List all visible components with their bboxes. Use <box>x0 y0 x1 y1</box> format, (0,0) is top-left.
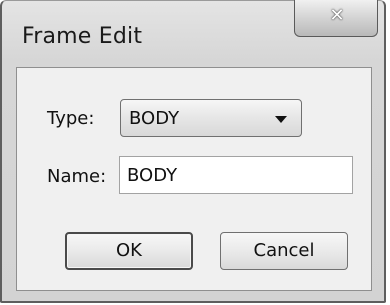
type-select-value: BODY <box>129 108 180 129</box>
cancel-button[interactable]: Cancel <box>220 232 348 270</box>
name-input[interactable] <box>119 156 353 194</box>
close-button[interactable]: ✕ <box>294 0 378 37</box>
dialog-body: Type: BODY Name: OK Cancel <box>16 67 372 291</box>
frame-edit-dialog: Frame Edit ✕ Type: BODY Name: OK Cancel <box>0 0 386 303</box>
chevron-down-icon <box>275 116 287 123</box>
title-bar[interactable]: Frame Edit ✕ <box>2 0 388 71</box>
type-label: Type: <box>47 108 95 129</box>
name-label: Name: <box>47 166 107 187</box>
form-panel: Type: BODY Name: OK Cancel <box>17 68 371 290</box>
close-icon: ✕ <box>329 5 345 26</box>
type-select[interactable]: BODY <box>120 99 302 137</box>
ok-button[interactable]: OK <box>65 232 193 270</box>
dialog-title: Frame Edit <box>22 24 143 49</box>
